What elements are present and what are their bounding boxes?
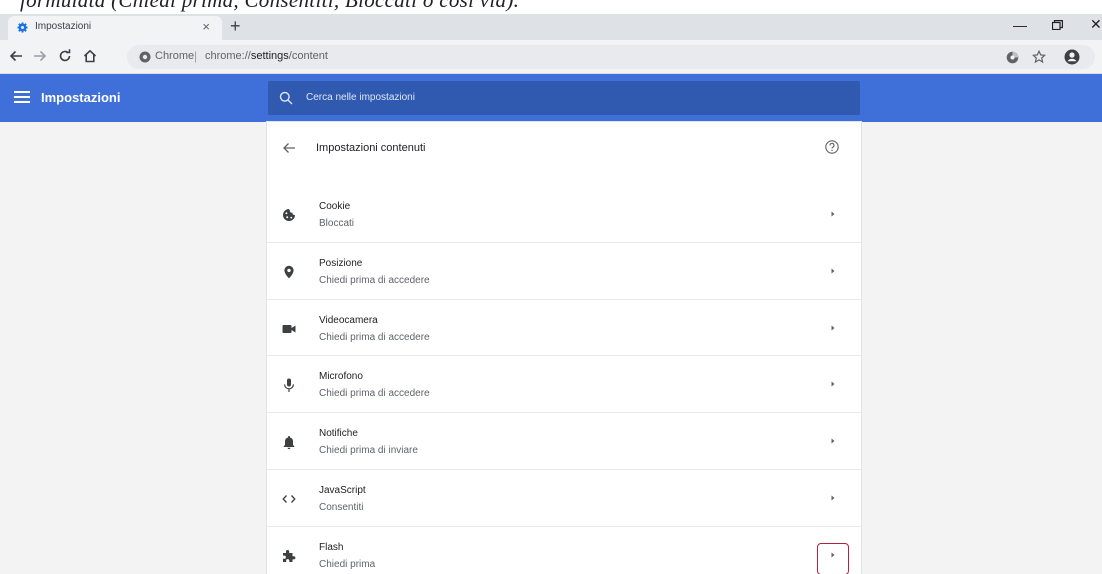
subpage-header: Impostazioni contenuti (267, 122, 861, 178)
star-icon (1032, 50, 1046, 64)
reload-icon (59, 49, 71, 62)
puzzle-icon (281, 548, 297, 564)
window-close-icon[interactable]: ✕ (1090, 16, 1102, 33)
row-status: Chiedi prima di inviare (319, 445, 418, 456)
address-separator: | (194, 49, 198, 63)
row-label: Notifiche (319, 428, 358, 439)
microphone-icon (281, 377, 297, 393)
list-item-microphone[interactable]: Microfono Chiedi prima di accedere (267, 355, 861, 412)
list-item-location[interactable]: Posizione Chiedi prima di accedere (267, 242, 861, 299)
row-label: Flash (319, 542, 344, 553)
extension-icon (1006, 51, 1018, 63)
back-arrow-icon[interactable] (282, 141, 296, 155)
row-status: Chiedi prima (319, 559, 376, 570)
tab-title: Impostazioni (35, 21, 92, 32)
search-icon (279, 91, 293, 105)
browser-toolbar: Chrome | chrome://settings/content (0, 40, 1102, 74)
caption-text: formulata (Chiedi prima, Consentiti, Blo… (20, 0, 520, 12)
location-icon (281, 264, 297, 280)
bell-icon (281, 434, 297, 450)
chevron-right-icon (831, 268, 835, 274)
close-icon[interactable]: × (202, 19, 210, 35)
chevron-right-icon (831, 381, 835, 387)
list-item-notifications[interactable]: Notifiche Chiedi prima di inviare (267, 412, 861, 469)
subpage-title: Impostazioni contenuti (316, 142, 426, 154)
home-button[interactable] (80, 46, 100, 66)
extension-button[interactable] (1003, 48, 1021, 66)
row-label: Videocamera (319, 315, 378, 326)
row-label: JavaScript (319, 485, 366, 496)
menu-icon[interactable] (14, 90, 30, 104)
reload-button[interactable] (55, 46, 75, 66)
content-settings-card: Impostazioni contenuti Cookie Bloccati P… (267, 122, 861, 574)
highlight-box (817, 543, 849, 574)
chevron-right-icon (831, 325, 835, 331)
row-label: Posizione (319, 258, 363, 269)
camera-icon (281, 321, 297, 337)
list-item-camera[interactable]: Videocamera Chiedi prima di accedere (267, 299, 861, 356)
row-label: Microfono (319, 371, 363, 382)
list-item-flash[interactable]: Flash Chiedi prima (267, 526, 861, 574)
arrow-left-icon (9, 50, 22, 62)
address-url: chrome://settings/content (205, 50, 328, 62)
settings-search-input[interactable]: Cerca nelle impostazioni (268, 81, 860, 115)
settings-header: Impostazioni Cerca nelle impostazioni (0, 74, 1102, 122)
row-label: Cookie (319, 201, 351, 212)
list-item-javascript[interactable]: JavaScript Consentiti (267, 469, 861, 526)
bookmark-button[interactable] (1030, 48, 1048, 66)
gear-icon (17, 22, 28, 33)
tab-settings[interactable]: Impostazioni × (8, 16, 222, 40)
search-placeholder: Cerca nelle impostazioni (306, 92, 415, 103)
minimize-icon[interactable]: — (1013, 17, 1027, 33)
arrow-right-icon (34, 50, 47, 62)
cookie-icon (281, 207, 297, 223)
tab-strip: Impostazioni × + — ✕ (0, 14, 1102, 40)
row-status: Chiedi prima di accedere (319, 332, 430, 343)
new-tab-button[interactable]: + (230, 16, 241, 36)
row-status: Bloccati (319, 218, 355, 229)
restore-icon[interactable] (1052, 20, 1063, 30)
forward-button[interactable] (30, 46, 50, 66)
chrome-icon (139, 51, 151, 63)
row-status: Chiedi prima di accedere (319, 275, 430, 286)
chevron-right-icon (831, 438, 835, 444)
home-icon (83, 49, 97, 63)
list-item-cookie[interactable]: Cookie Bloccati (267, 186, 861, 243)
chevron-right-icon (831, 495, 835, 501)
row-status: Consentiti (319, 502, 364, 513)
account-icon (1064, 49, 1080, 65)
address-chip: Chrome (155, 50, 195, 62)
settings-main: Impostazioni contenuti Cookie Bloccati P… (0, 122, 1102, 574)
profile-button[interactable] (1063, 48, 1081, 66)
code-icon (281, 491, 297, 507)
help-icon[interactable] (825, 140, 839, 154)
address-bar[interactable]: Chrome | chrome://settings/content (127, 45, 1095, 69)
row-status: Chiedi prima di accedere (319, 388, 430, 399)
back-button[interactable] (6, 46, 26, 66)
page-title: Impostazioni (41, 90, 121, 105)
document-caption: formulata (Chiedi prima, Consentiti, Blo… (0, 0, 1102, 14)
chevron-right-icon (831, 211, 835, 217)
